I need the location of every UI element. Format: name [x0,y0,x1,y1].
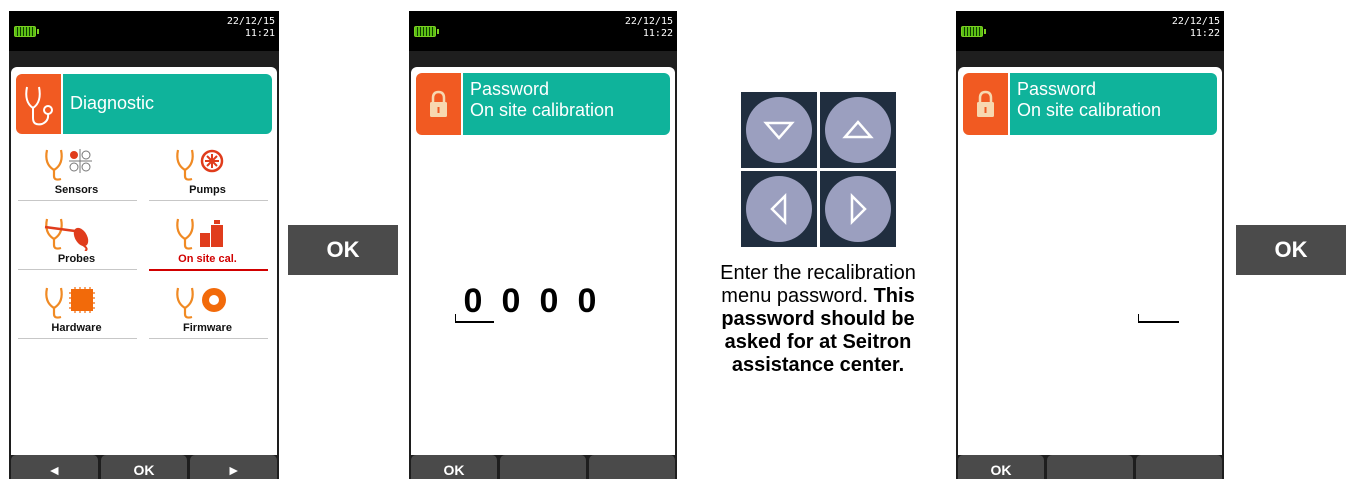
date-label: 22/12/15 [226,16,275,27]
input-cursor [1138,314,1179,323]
softkey-blank-2[interactable] [500,455,586,479]
menu-item-underline [18,338,137,339]
arrow-keypad [741,92,896,247]
menu-item-underline [149,200,268,201]
triangle-down-icon [763,121,795,140]
softkey-bar: OK [956,455,1224,479]
battery-icon [14,26,39,37]
menu-item-pumps[interactable]: Pumps [147,143,268,203]
time-label: 11:22 [1189,28,1220,39]
menu-panel: Diagnostic Sensors Pumps Probes On site … [11,67,277,455]
pump-icon [176,149,224,181]
softkey-bar: OK [409,455,677,479]
menu-item-label: Firmware [183,322,232,334]
lock-icon [416,73,461,135]
menu-item-probes[interactable]: Probes [16,212,137,272]
probe-icon [44,218,89,251]
menu-item-label: Probes [57,253,96,265]
menu-item-underline [149,338,268,339]
down-key[interactable] [741,92,817,168]
ok-softkey[interactable]: OK [958,455,1044,479]
ok-key-label: OK [1236,225,1346,275]
stethoscope-icon [16,74,61,134]
date-time: 22/12/15 11:22 [625,16,673,40]
ok-softkey[interactable]: OK [411,455,497,479]
calibration-weight-icon [176,218,223,250]
date-time: 22/12/15 11:22 [1172,16,1220,40]
password-digit: 0 [577,282,597,320]
menu-item-on-site-cal[interactable]: On site cal. [147,212,268,272]
password-header: Password On site calibration [416,73,670,135]
menu-item-sensors[interactable]: Sensors [16,143,137,203]
status-bar: 22/12/15 11:22 [956,11,1224,51]
battery-icon [961,26,986,37]
password-panel: Password On site calibration [958,67,1222,455]
password-panel: Password On site calibration 0000 [411,67,675,455]
ok-key-label: OK [288,225,398,275]
left-arrow-softkey[interactable]: ◄ [11,455,98,479]
password-digits[interactable]: 0000 [454,282,606,321]
instruction-text: Enter the recalibration menu password. T… [693,262,943,377]
menu-item-label: Sensors [54,184,99,196]
ok-softkey[interactable]: OK [100,455,188,479]
menu-item-hardware[interactable]: Hardware [16,281,137,341]
password-digit: 0 [539,282,559,320]
menu-item-underline [149,269,268,271]
date-label: 22/12/15 [624,16,673,27]
triangle-up-icon [842,120,874,139]
disc-icon [176,287,226,319]
softkey-blank-3[interactable] [589,455,675,479]
battery-icon [414,26,439,37]
title-on-site-calibration: On site calibration [470,100,615,120]
triangle-right-icon [850,192,867,226]
menu-item-underline [18,200,137,201]
right-key[interactable] [820,171,896,247]
up-key[interactable] [820,92,896,168]
menu-item-label: Hardware [51,322,102,334]
date-label: 22/12/15 [1171,16,1220,27]
title-password: Password [1017,79,1097,99]
menu-item-label: On site cal. [178,253,237,265]
status-bar: 22/12/15 11:21 [9,11,279,51]
page-title: Password On site calibration [463,73,670,135]
menu-header: Diagnostic [16,74,272,134]
sensors-icon [45,149,92,181]
right-arrow-softkey[interactable]: ► [190,455,278,479]
date-time: 22/12/15 11:21 [227,16,275,40]
device-screen-password: 22/12/15 11:22 Password On site calibrat… [409,11,677,479]
page-title: Password On site calibration [1010,73,1217,135]
title-on-site-calibration: On site calibration [1017,100,1162,120]
menu-item-label: Pumps [189,184,226,196]
device-screen-password-confirm: 22/12/15 11:22 Password On site calibrat… [956,11,1224,479]
softkey-bar: ◄ OK ► [9,455,279,479]
password-digit: 0 [501,282,521,320]
triangle-left-icon [770,192,787,226]
input-cursor [455,314,494,323]
title-password: Password [470,79,550,99]
softkey-blank-2[interactable] [1047,455,1133,479]
left-key[interactable] [741,171,817,247]
menu-item-underline [18,269,137,270]
time-label: 11:21 [244,28,275,39]
chip-icon [45,287,95,319]
password-header: Password On site calibration [963,73,1217,135]
menu-item-firmware[interactable]: Firmware [147,281,268,341]
password-digit: 0 [463,282,483,320]
softkey-blank-3[interactable] [1136,455,1222,479]
page-title: Diagnostic [63,74,272,134]
device-screen-diagnostic: 22/12/15 11:21 Diagnostic Sensors Pumps … [9,11,279,479]
status-bar: 22/12/15 11:22 [409,11,677,51]
time-label: 11:22 [642,28,673,39]
lock-icon [963,73,1008,135]
